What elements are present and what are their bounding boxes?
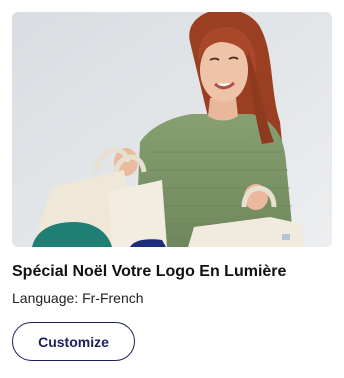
customize-button[interactable]: Customize	[12, 322, 135, 361]
product-title[interactable]: Spécial Noël Votre Logo En Lumière	[12, 262, 332, 282]
product-photo-illustration	[12, 12, 332, 247]
language-label: Language: Fr-French	[12, 290, 144, 306]
product-image[interactable]	[12, 12, 332, 247]
product-card[interactable]: Spécial Noël Votre Logo En Lumière Langu…	[0, 0, 344, 378]
